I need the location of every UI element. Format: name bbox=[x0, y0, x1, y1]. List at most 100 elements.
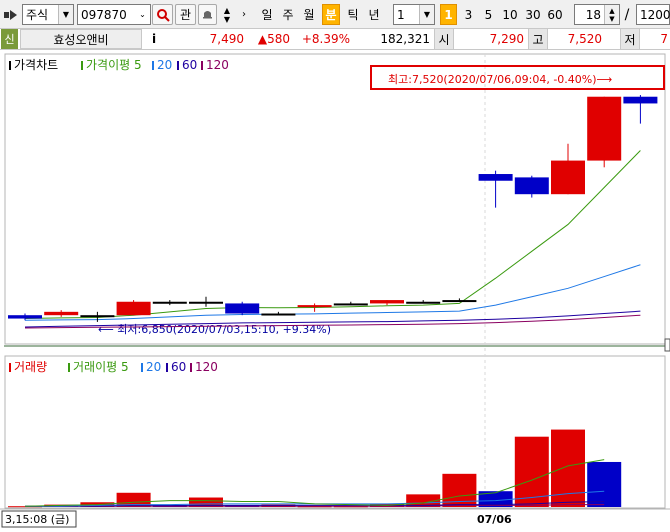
search-button[interactable] bbox=[152, 4, 173, 25]
period-minute[interactable]: 분 bbox=[322, 4, 340, 25]
chart-area: 가격차트 가격이평 5 20 60 120 최고:7,520(2020/07/0… bbox=[0, 50, 670, 529]
candle-body bbox=[116, 301, 151, 316]
arrow-right-icon bbox=[4, 9, 17, 20]
market-select-value: 주식 bbox=[26, 8, 49, 22]
high-value: 7,520 bbox=[567, 32, 602, 46]
total-count-value: 1200 bbox=[640, 7, 670, 22]
price-chart-title: 가격차트 bbox=[14, 58, 58, 72]
splitter-handle[interactable] bbox=[664, 338, 670, 352]
legend-vol-ma5: 거래이평 5 bbox=[73, 360, 129, 374]
spin-up-icon[interactable]: ▲ bbox=[224, 6, 230, 15]
high-label: 고 bbox=[528, 29, 548, 49]
volume-chart-title: 거래량 bbox=[14, 360, 47, 374]
open-value: 7,290 bbox=[489, 32, 524, 46]
low-label: 저 bbox=[620, 29, 640, 49]
volume-value: 182,321 bbox=[380, 32, 430, 46]
candle-body bbox=[8, 315, 42, 319]
bell-button[interactable] bbox=[198, 4, 217, 25]
menu-icon[interactable] bbox=[2, 4, 20, 25]
candle-body bbox=[152, 301, 187, 304]
period-week[interactable]: 주 bbox=[279, 4, 297, 25]
stock-code-value: 097870 bbox=[81, 7, 127, 22]
legend-marker bbox=[166, 363, 168, 372]
interval-select[interactable]: 1 ▼ bbox=[393, 4, 435, 25]
candle-body bbox=[587, 96, 622, 161]
chevron-down-icon: ▼ bbox=[419, 5, 434, 24]
legend-marker bbox=[9, 363, 11, 372]
period-year[interactable]: 년 bbox=[365, 4, 383, 25]
quote-bar: 신 효성오앤비 i 7,490 ▲580 +8.39% 182,321 시 7,… bbox=[0, 29, 670, 50]
chevron-right-icon: › bbox=[242, 9, 246, 20]
chart-svg[interactable]: 가격차트 가격이평 5 20 60 120 최고:7,520(2020/07/0… bbox=[0, 50, 670, 529]
minute-3[interactable]: 3 bbox=[460, 4, 477, 25]
info-button[interactable]: i bbox=[146, 29, 162, 49]
bell-icon bbox=[203, 11, 212, 19]
candle-body bbox=[514, 177, 549, 195]
price-moving-averages bbox=[24, 150, 641, 329]
spin-icon[interactable]: ▲ ▼ bbox=[604, 5, 619, 24]
candle-body bbox=[225, 303, 260, 314]
high-annotation: 최고:7,520(2020/07/06,09:04, -0.40%)⟶ bbox=[388, 73, 613, 86]
minute-5[interactable]: 5 bbox=[480, 4, 497, 25]
candle-body bbox=[189, 301, 223, 304]
period-day[interactable]: 일 bbox=[258, 4, 276, 25]
price-legend: 가격차트 가격이평 5 20 60 120 bbox=[9, 58, 229, 72]
legend-marker bbox=[9, 61, 11, 70]
period-month[interactable]: 월 bbox=[300, 4, 318, 25]
count-separator: / bbox=[624, 6, 630, 23]
view-count-value: 18 bbox=[585, 7, 601, 22]
spin-down-icon[interactable]: ▼ bbox=[224, 15, 230, 24]
nav-right-button[interactable]: › bbox=[237, 4, 251, 25]
x-axis-date-label: 07/06 bbox=[477, 513, 512, 526]
minute-30[interactable]: 30 bbox=[523, 4, 543, 25]
change-rate: +8.39% bbox=[301, 32, 350, 46]
price-change: ▲580 bbox=[257, 32, 290, 46]
price-candles bbox=[8, 95, 658, 322]
volume-bar bbox=[587, 461, 622, 507]
chevron-down-icon: ⌄ bbox=[135, 5, 150, 24]
view-count-input[interactable]: 18 ▲ ▼ bbox=[574, 4, 620, 25]
legend-ma60: 60 bbox=[182, 58, 197, 72]
price-panel-frame bbox=[4, 53, 666, 345]
candle-body bbox=[478, 174, 513, 181]
open-label: 시 bbox=[434, 29, 454, 49]
chevron-down-icon: ▼ bbox=[58, 5, 73, 24]
spin-buttons[interactable]: ▲ ▼ bbox=[219, 4, 235, 25]
candle-body bbox=[44, 311, 79, 316]
candle-body bbox=[406, 301, 441, 304]
minute-60[interactable]: 60 bbox=[545, 4, 565, 25]
legend-marker bbox=[68, 363, 70, 372]
candle-body bbox=[623, 96, 658, 104]
candle-body bbox=[297, 305, 332, 308]
legend-ma20: 20 bbox=[157, 58, 172, 72]
stock-name: 효성오앤비 bbox=[20, 29, 142, 49]
legend-marker bbox=[81, 61, 83, 70]
legend-marker bbox=[152, 61, 154, 70]
legend-vol-ma20: 20 bbox=[146, 360, 161, 374]
cursor-time-label: 3,15:08 (금) bbox=[5, 513, 69, 526]
watchlist-button[interactable]: 관 bbox=[175, 4, 196, 25]
minute-1[interactable]: 1 bbox=[440, 4, 457, 25]
candle-body bbox=[551, 160, 585, 195]
current-price: 7,490 bbox=[209, 32, 244, 46]
candle-body bbox=[333, 303, 368, 306]
period-tick[interactable]: 틱 bbox=[344, 4, 362, 25]
legend-ma5: 가격이평 5 bbox=[86, 58, 142, 72]
legend-marker bbox=[141, 363, 143, 372]
volume-bars bbox=[8, 429, 622, 508]
legend-marker bbox=[177, 61, 179, 70]
toolbar: 주식 ▼ 097870 ⌄ 관 ▲ ▼ › 일 주 월 분 틱 년 1 ▼ 1 … bbox=[0, 0, 670, 29]
candle-body bbox=[370, 300, 404, 304]
search-icon bbox=[156, 8, 170, 22]
market-select[interactable]: 주식 ▼ bbox=[22, 4, 74, 25]
low-value: 7 bbox=[660, 32, 668, 46]
total-count-input[interactable]: 1200 bbox=[636, 4, 670, 25]
legend-vol-ma60: 60 bbox=[171, 360, 186, 374]
minute-10[interactable]: 10 bbox=[500, 4, 520, 25]
legend-ma120: 120 bbox=[206, 58, 229, 72]
legend-vol-ma120: 120 bbox=[195, 360, 218, 374]
candle-body bbox=[261, 313, 296, 316]
stock-code-input[interactable]: 097870 ⌄ bbox=[77, 4, 151, 25]
legend-marker bbox=[201, 61, 203, 70]
candle-body bbox=[80, 315, 115, 318]
